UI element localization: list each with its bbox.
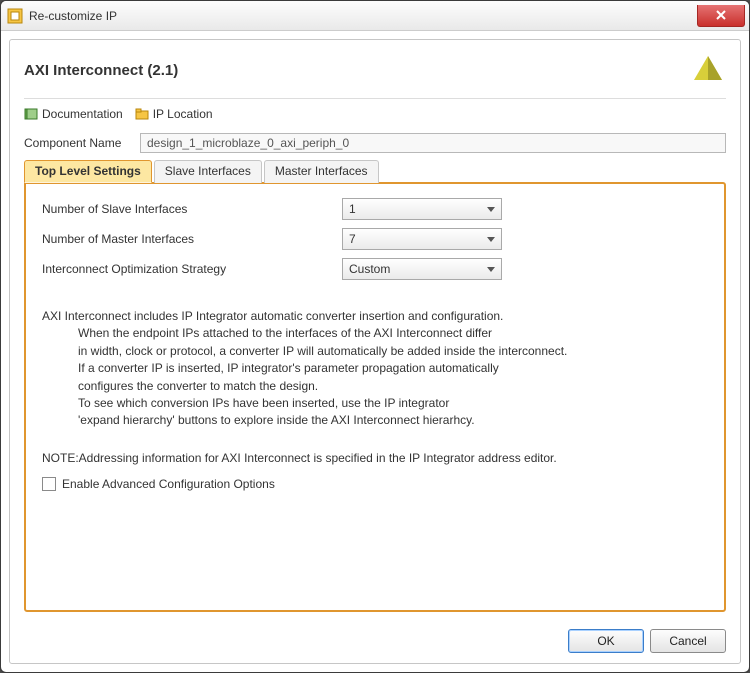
documentation-link[interactable]: Documentation bbox=[24, 107, 123, 121]
window-close-button[interactable] bbox=[697, 5, 745, 27]
titlebar: Re-customize IP bbox=[1, 1, 749, 31]
app-icon bbox=[7, 8, 23, 24]
description-block: AXI Interconnect includes IP Integrator … bbox=[42, 308, 708, 467]
num-master-label: Number of Master Interfaces bbox=[42, 232, 342, 246]
ip-location-link[interactable]: IP Location bbox=[135, 107, 213, 121]
tab-top-level-settings[interactable]: Top Level Settings bbox=[24, 160, 152, 183]
ok-button[interactable]: OK bbox=[568, 629, 644, 653]
num-master-select[interactable]: 7 bbox=[342, 228, 502, 250]
opt-strategy-label: Interconnect Optimization Strategy bbox=[42, 262, 342, 276]
vendor-logo-icon bbox=[690, 52, 726, 88]
advanced-config-checkbox[interactable] bbox=[42, 477, 56, 491]
cancel-button[interactable]: Cancel bbox=[650, 629, 726, 653]
tabbar: Top Level Settings Slave Interfaces Mast… bbox=[24, 159, 726, 182]
num-slave-select[interactable]: 1 bbox=[342, 198, 502, 220]
page-title: AXI Interconnect (2.1) bbox=[24, 62, 178, 79]
dialog-window: Re-customize IP AXI Interconnect (2.1) D… bbox=[0, 0, 750, 673]
window-title: Re-customize IP bbox=[29, 9, 117, 23]
tab-master-interfaces[interactable]: Master Interfaces bbox=[264, 160, 379, 183]
tab-slave-interfaces[interactable]: Slave Interfaces bbox=[154, 160, 262, 183]
tabpage-top-level: Number of Slave Interfaces 1 Number of M… bbox=[24, 182, 726, 612]
toolbar-links: Documentation IP Location bbox=[24, 107, 726, 121]
advanced-config-label: Enable Advanced Configuration Options bbox=[62, 477, 275, 491]
num-slave-label: Number of Slave Interfaces bbox=[42, 202, 342, 216]
component-name-label: Component Name bbox=[24, 136, 140, 150]
opt-strategy-select[interactable]: Custom bbox=[342, 258, 502, 280]
component-name-input[interactable] bbox=[140, 133, 726, 153]
